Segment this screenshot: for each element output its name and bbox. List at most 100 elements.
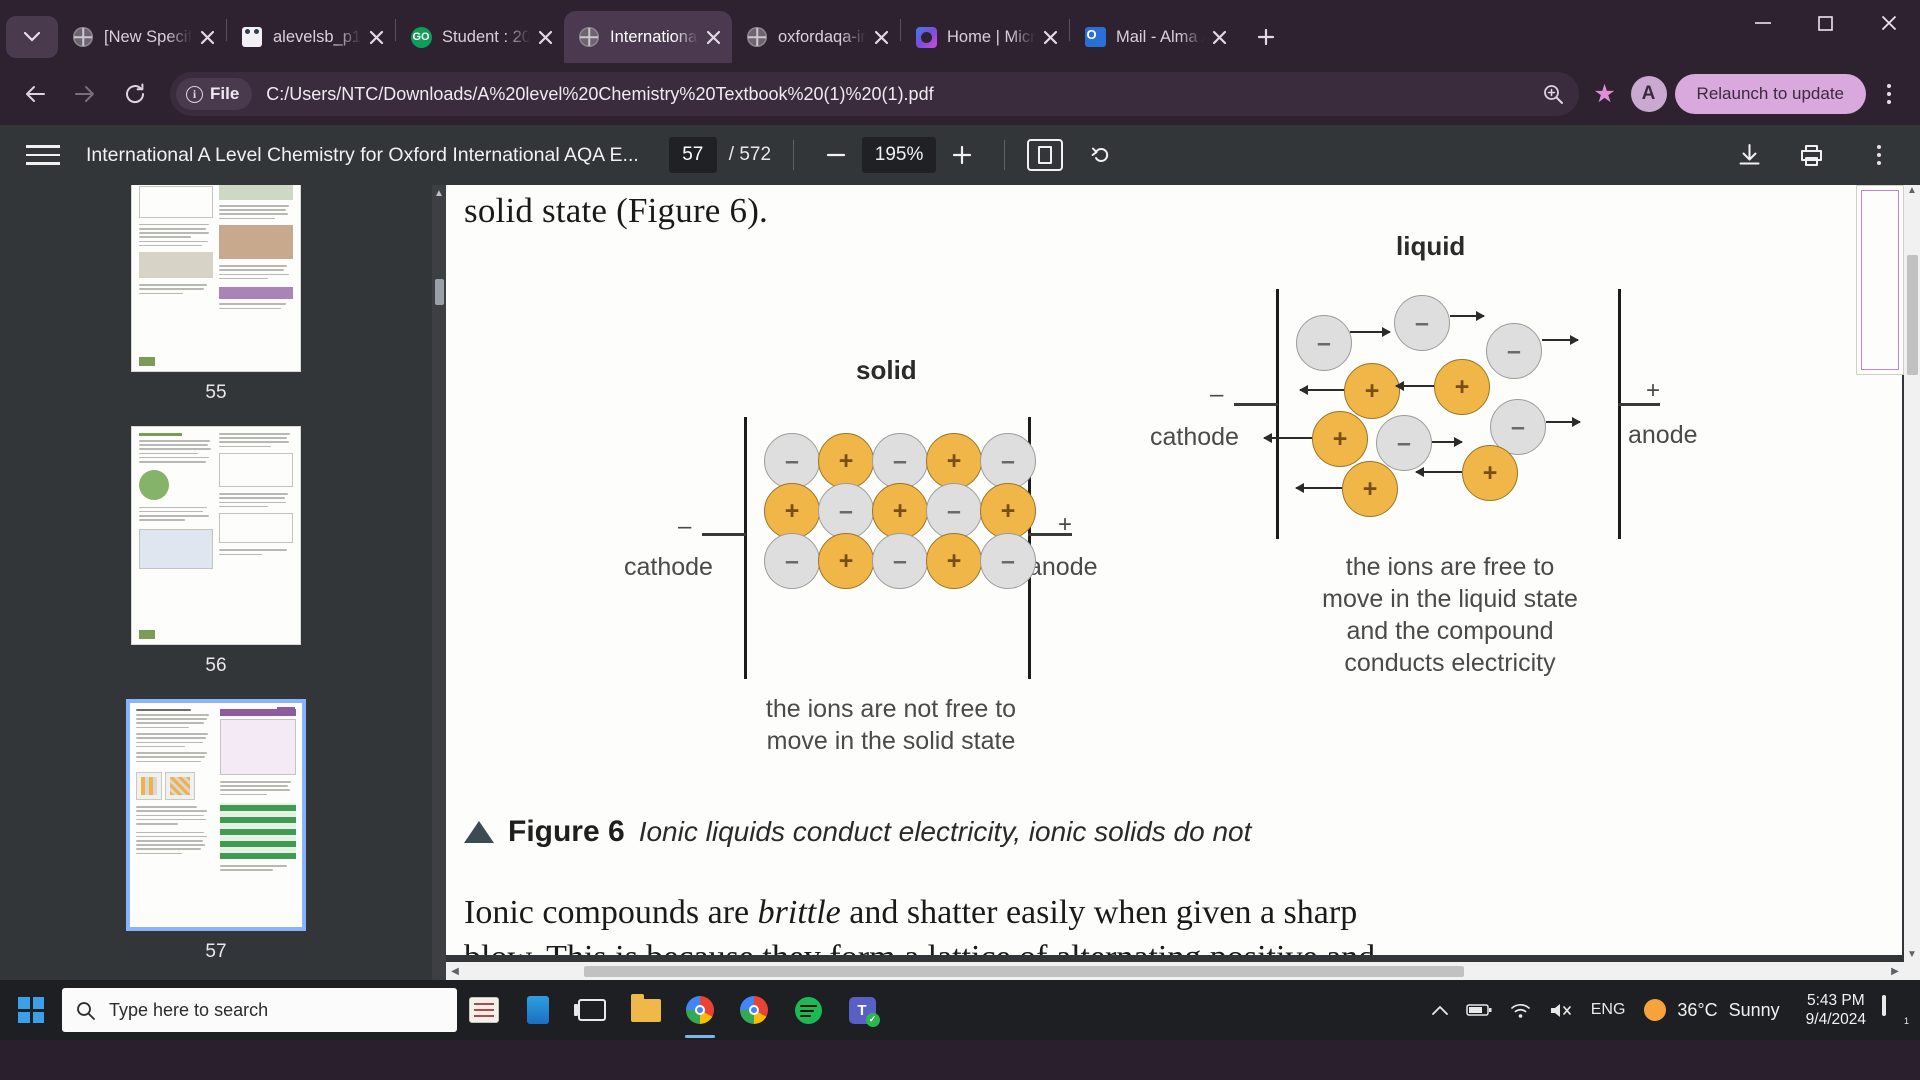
browser-tab-3-active[interactable]: International A bbox=[564, 11, 732, 63]
ion-negative: – bbox=[764, 433, 820, 489]
scrollbar-thumb[interactable] bbox=[1906, 255, 1918, 375]
paragraph-segment-1: Ionic compounds are bbox=[464, 894, 758, 931]
tab-close-button[interactable] bbox=[194, 24, 220, 50]
zoom-level-value[interactable]: 195% bbox=[862, 137, 937, 173]
notification-center-button[interactable]: 1 bbox=[1882, 995, 1913, 1027]
tab-close-button[interactable] bbox=[532, 24, 558, 50]
scrollbar-thumb[interactable] bbox=[434, 279, 444, 305]
scroll-up-arrow-icon[interactable]: ▲ bbox=[1907, 185, 1917, 196]
battery-icon bbox=[1465, 1004, 1492, 1016]
blue-book-icon[interactable] bbox=[511, 980, 565, 1040]
pdf-more-actions-button[interactable] bbox=[1860, 134, 1898, 176]
browser-tab-2[interactable]: GO Student : 2025 bbox=[396, 11, 564, 63]
weather-widget[interactable]: 36°C Sunny bbox=[1634, 980, 1793, 1040]
thumbnail-page-label: 55 bbox=[205, 382, 227, 403]
relaunch-to-update-button[interactable]: Relaunch to update bbox=[1674, 74, 1866, 114]
thumbnail-scrollbar[interactable]: ▲ bbox=[432, 185, 446, 980]
browser-tab-4[interactable]: oxfordaqa-inte bbox=[732, 11, 900, 63]
maximize-button[interactable] bbox=[1794, 0, 1857, 46]
reload-button[interactable] bbox=[112, 71, 158, 117]
address-bar[interactable]: i File C:/Users/NTC/Downloads/A%20level%… bbox=[170, 72, 1579, 116]
thumbnail-item-selected[interactable]: 57 bbox=[126, 699, 306, 980]
task-view-button[interactable] bbox=[565, 980, 619, 1040]
browser-tab-1[interactable]: alevelsb_p1_ex bbox=[227, 11, 395, 63]
page-text-line: solid state (Figure 6). bbox=[464, 191, 768, 230]
thumbnail-item[interactable]: 55 bbox=[131, 185, 301, 426]
language-indicator[interactable]: ENG bbox=[1582, 980, 1635, 1040]
teams-icon: T ✓ bbox=[848, 996, 880, 1027]
file-explorer-button[interactable] bbox=[619, 980, 673, 1040]
page-horizontal-scrollbar[interactable]: ◀ ▶ bbox=[446, 962, 1904, 980]
go-icon: GO bbox=[410, 26, 432, 48]
rotate-button[interactable] bbox=[1081, 135, 1121, 175]
ion-negative: – bbox=[980, 433, 1036, 489]
tab-close-button[interactable] bbox=[363, 24, 389, 50]
teams-button[interactable]: T ✓ bbox=[835, 980, 889, 1040]
page-number-input[interactable] bbox=[668, 137, 717, 173]
network-button[interactable] bbox=[1501, 980, 1540, 1040]
lattice-row: – + – + – bbox=[764, 433, 1036, 489]
spotify-icon bbox=[794, 996, 822, 1024]
thumbnail-page-current[interactable] bbox=[126, 699, 306, 931]
sticky-notes-icon[interactable] bbox=[457, 980, 511, 1040]
thumbnail-item[interactable]: 56 bbox=[131, 426, 301, 699]
thumbnail-page[interactable] bbox=[131, 185, 301, 372]
browser-menu-button[interactable] bbox=[1870, 73, 1908, 115]
liquid-anode-label: anode bbox=[1628, 421, 1698, 449]
thumbnail-page-label: 57 bbox=[205, 941, 227, 962]
taskbar-clock[interactable]: 5:43 PM 9/4/2024 bbox=[1794, 991, 1878, 1030]
search-icon bbox=[77, 1001, 95, 1020]
sun-icon bbox=[1644, 999, 1667, 1021]
bookmark-button[interactable]: ★ bbox=[1587, 76, 1623, 112]
ionic-lattice: – + – + – + – + – + – + – + – bbox=[764, 433, 1036, 589]
chrome-button[interactable] bbox=[673, 980, 727, 1040]
scroll-left-arrow-icon[interactable]: ◀ bbox=[446, 966, 464, 977]
chrome-secondary-button[interactable] bbox=[727, 980, 781, 1040]
taskbar-search-box[interactable]: Type here to search bbox=[62, 988, 457, 1032]
ion-positive: + bbox=[926, 533, 982, 589]
fit-to-page-button[interactable] bbox=[1027, 139, 1064, 171]
forward-button[interactable] bbox=[62, 71, 108, 117]
file-scheme-chip[interactable]: i File bbox=[176, 78, 253, 110]
page-total-label: / 572 bbox=[728, 144, 772, 165]
tab-search-button[interactable] bbox=[6, 16, 58, 58]
browser-tab-5[interactable]: Home | Micros bbox=[901, 11, 1069, 63]
download-button[interactable] bbox=[1732, 138, 1766, 172]
minimize-button[interactable] bbox=[1731, 0, 1794, 46]
pdf-viewer-body: 55 56 57 ▲ solid state (Figure 6). solid… bbox=[0, 185, 1920, 980]
close-button[interactable] bbox=[1857, 0, 1920, 46]
profile-avatar[interactable]: A bbox=[1630, 76, 1667, 112]
tab-close-button[interactable] bbox=[1206, 24, 1232, 50]
tab-close-button[interactable] bbox=[1037, 24, 1063, 50]
tab-close-button[interactable] bbox=[868, 24, 894, 50]
tab-close-button[interactable] bbox=[700, 24, 726, 50]
zoom-out-button[interactable] bbox=[816, 135, 856, 175]
spotify-button[interactable] bbox=[781, 980, 835, 1040]
back-button[interactable] bbox=[12, 71, 58, 117]
scroll-down-arrow-icon[interactable]: ▼ bbox=[1907, 949, 1917, 960]
browser-tab-0[interactable]: [New Specificatio bbox=[58, 11, 226, 63]
scrollbar-track[interactable] bbox=[464, 962, 1886, 980]
windows-start-icon bbox=[18, 997, 44, 1023]
scrollbar-thumb[interactable] bbox=[584, 966, 1464, 977]
page-vertical-scrollbar[interactable]: ▲ ▼ bbox=[1904, 185, 1920, 980]
scroll-right-arrow-icon[interactable]: ▶ bbox=[1886, 966, 1904, 977]
new-tab-button[interactable] bbox=[1246, 17, 1286, 57]
print-button[interactable] bbox=[1794, 138, 1828, 172]
battery-button[interactable] bbox=[1457, 980, 1501, 1040]
volume-button[interactable] bbox=[1540, 980, 1582, 1040]
kebab-dot bbox=[1887, 92, 1891, 96]
thumbnail-page[interactable] bbox=[131, 426, 301, 645]
pdf-sidebar-toggle[interactable] bbox=[26, 138, 60, 172]
tab-title: oxfordaqa-inte bbox=[778, 27, 866, 46]
minus-icon bbox=[826, 153, 846, 157]
show-hidden-icons-button[interactable] bbox=[1423, 980, 1457, 1040]
solid-anode-sign: + bbox=[1058, 511, 1073, 538]
browser-tab-6[interactable]: Mail - Alma Al bbox=[1070, 11, 1238, 63]
zoom-in-button[interactable] bbox=[942, 135, 982, 175]
ion-positive: + bbox=[1344, 363, 1400, 419]
start-button[interactable] bbox=[0, 980, 62, 1040]
zoom-in-button[interactable] bbox=[1535, 76, 1571, 112]
globe-icon bbox=[578, 26, 600, 48]
scroll-up-arrow-icon[interactable]: ▲ bbox=[434, 189, 444, 199]
